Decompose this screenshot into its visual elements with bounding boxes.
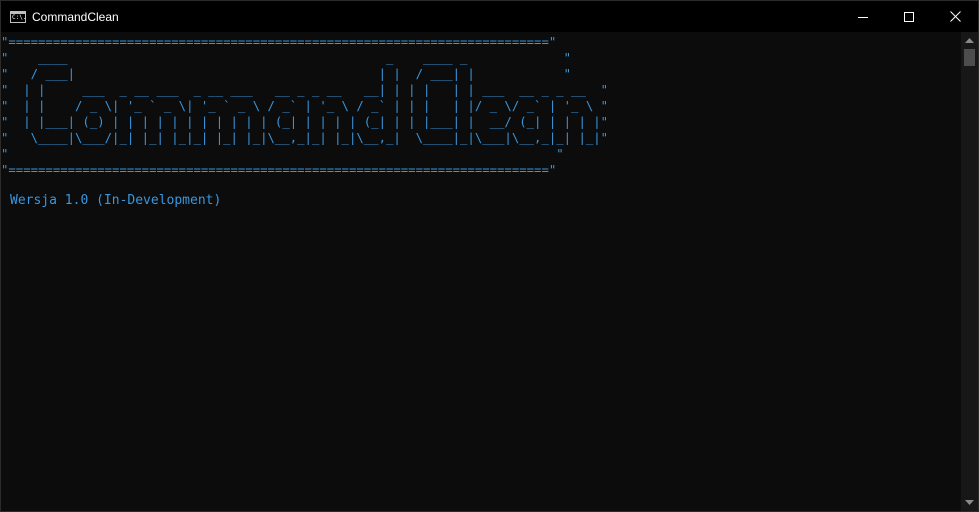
ascii-banner: "=======================================…	[1, 35, 609, 177]
window-title: CommandClean	[32, 9, 119, 24]
title-bar[interactable]: C:\. CommandClean	[1, 1, 978, 32]
console-output[interactable]: "=======================================…	[1, 32, 962, 511]
vertical-scrollbar[interactable]	[961, 32, 978, 511]
console-icon[interactable]: C:\.	[10, 10, 27, 23]
scroll-down-button[interactable]	[961, 494, 978, 511]
version-line: Wersja 1.0 (In-Development)	[10, 193, 222, 208]
minimize-icon	[858, 16, 868, 18]
scroll-up-button[interactable]	[961, 32, 978, 49]
window-controls	[840, 1, 978, 32]
scroll-up-icon	[965, 38, 974, 43]
close-icon	[949, 11, 961, 22]
console-icon-glyph: C:\.	[12, 13, 27, 21]
console-window: C:\. CommandClean "=====================…	[0, 0, 979, 512]
scroll-thumb[interactable]	[964, 49, 975, 66]
maximize-icon	[904, 11, 914, 22]
minimize-button[interactable]	[840, 1, 886, 32]
maximize-button[interactable]	[886, 1, 932, 32]
scroll-down-icon	[965, 500, 974, 505]
close-button[interactable]	[932, 1, 978, 32]
